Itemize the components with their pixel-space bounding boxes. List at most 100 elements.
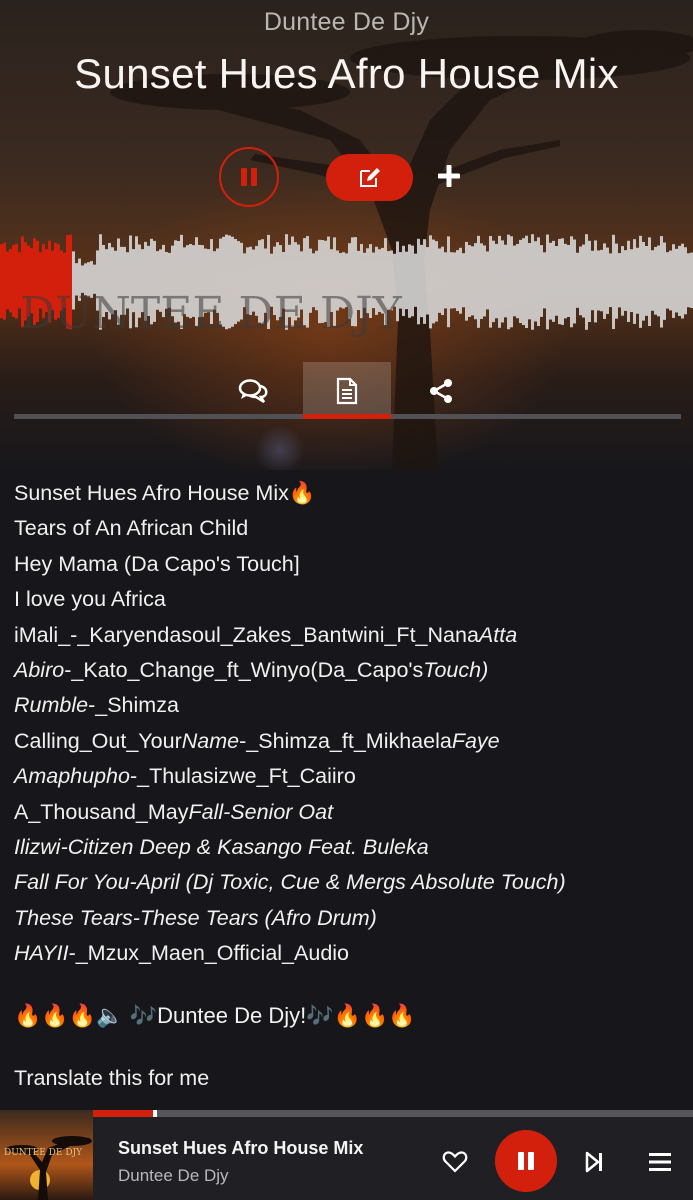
waveform-bar: [531, 234, 534, 330]
tracklist-segment: Sunset Hues Afro House Mix🔥: [14, 481, 316, 505]
tracklist-segment: Abiro: [14, 658, 65, 683]
waveform-bar: [483, 245, 486, 317]
tracklist-segment: -_Kato_Change_ft_Winyo(Da_Capo's: [64, 658, 424, 683]
waveform-bar: [480, 243, 483, 319]
pause-icon: [518, 1152, 534, 1170]
document-icon: [336, 377, 358, 404]
waveform-bar: [498, 235, 501, 328]
plus-icon: [438, 165, 460, 187]
waveform-bar: [615, 243, 618, 319]
waveform-bar: [12, 245, 15, 317]
waveform-bar: [414, 253, 417, 307]
waveform-bar: [510, 236, 513, 328]
description-signature: 🔥🔥🔥🔈 🎶Duntee De Djy!🎶🔥🔥🔥: [14, 1003, 416, 1028]
waveform-bar: [669, 250, 672, 311]
play-pause-button[interactable]: [219, 147, 279, 207]
waveform-bar: [588, 240, 591, 323]
tracklist-segment: Fall For You-April (Dj Toxic, Cue & Merg…: [14, 870, 566, 895]
translate-link[interactable]: Translate this for me: [14, 1062, 209, 1094]
tracklist-line: Hey Mama (Da Capo's Touch]: [14, 547, 684, 582]
tracklist-segment: A_Thousand_May: [14, 799, 189, 824]
waveform-bar: [9, 248, 12, 313]
waveform-bar: [549, 242, 552, 320]
waveform-bar: [630, 249, 633, 313]
waveform-bar: [516, 243, 519, 319]
pause-icon: [241, 168, 257, 186]
waveform-bar: [639, 235, 642, 328]
waveform-bar: [567, 245, 570, 317]
waveform-bar: [681, 243, 684, 319]
waveform-watermark: DUNTEE DE DJY: [20, 288, 403, 338]
mini-player-title[interactable]: Sunset Hues Afro House Mix: [118, 1138, 363, 1159]
waveform-bar: [447, 236, 450, 328]
waveform-bar: [576, 252, 579, 308]
mix-title: Sunset Hues Afro House Mix: [74, 50, 619, 97]
waveform-bar: [657, 245, 660, 317]
cover-art[interactable]: DUNTEE DE DJY: [0, 1110, 93, 1200]
waveform-bar: [552, 240, 555, 322]
waveform-bar: [426, 247, 429, 315]
waveform-bar: [573, 239, 576, 324]
add-to-playlist-button[interactable]: [432, 159, 466, 193]
waveform-bar: [417, 238, 420, 325]
tracklist-segment: Ilizwi-Citizen Deep & Kasango Feat. Bule…: [14, 835, 429, 860]
waveform-bar: [540, 245, 543, 317]
waveform-bar: [672, 244, 675, 318]
waveform-bar: [579, 246, 582, 316]
waveform-bar: [402, 245, 405, 317]
waveform-bar: [444, 252, 447, 309]
waveform-bar: [432, 239, 435, 324]
edit-button[interactable]: [326, 154, 413, 201]
next-track-button[interactable]: [576, 1144, 612, 1180]
tracklist-segment: Rumble: [14, 693, 89, 718]
tab-share[interactable]: [397, 362, 485, 419]
waveform-bar: [486, 251, 489, 310]
tracklist-segment: iMali_-_Karyendasoul_Zakes_Bantwini_Ft_N…: [14, 622, 479, 647]
waveform-bar: [519, 239, 522, 324]
queue-menu-button[interactable]: [642, 1144, 678, 1180]
tab-bar: [14, 362, 681, 420]
heart-icon: [442, 1151, 468, 1173]
waveform-bar: [501, 240, 504, 323]
tracklist-segment: HAYII: [14, 941, 69, 966]
waveform-bar: [0, 244, 3, 319]
waveform-bar: [612, 234, 615, 330]
tracklist-line: I love you Africa: [14, 582, 684, 617]
tracklist-segment: These Tears-These Tears (Afro Drum): [14, 905, 377, 930]
waveform-bar: [441, 246, 444, 316]
cover-art-text: DUNTEE DE DJY: [4, 1148, 83, 1158]
tab-description[interactable]: [303, 362, 391, 419]
active-tab-indicator: [303, 414, 391, 419]
like-button[interactable]: [437, 1144, 473, 1180]
waveform-bar: [597, 250, 600, 311]
waveform-bar: [504, 244, 507, 318]
tracklist-segment: Tears of An African Child: [14, 516, 249, 541]
mini-play-pause-button[interactable]: [495, 1130, 557, 1192]
mini-progress-bar[interactable]: [93, 1110, 693, 1117]
artist-name[interactable]: Duntee De Djy: [0, 8, 693, 37]
waveform-bar: [666, 252, 669, 309]
waveform-bar: [495, 243, 498, 319]
waveform-bar: [561, 238, 564, 325]
waveform-bar: [564, 243, 567, 319]
waveform-seekbar[interactable]: DUNTEE DE DJY: [0, 222, 693, 338]
waveform-bar: [459, 247, 462, 314]
waveform-bar: [3, 242, 6, 320]
waveform-bar: [642, 241, 645, 321]
waveform-bar: [507, 234, 510, 330]
waveform-bar: [591, 250, 594, 311]
waveform-bar: [489, 236, 492, 328]
waveform-bar: [405, 251, 408, 310]
tab-comments[interactable]: [209, 362, 297, 419]
waveform-bar: [570, 236, 573, 328]
mini-player-artist[interactable]: Duntee De Djy: [118, 1166, 229, 1186]
mini-progress-knob[interactable]: [153, 1110, 157, 1117]
waveform-bar: [453, 252, 456, 309]
waveform-bar: [534, 241, 537, 322]
waveform-bar: [6, 251, 9, 310]
waveform-bar: [609, 253, 612, 308]
waveform-bar: [465, 241, 468, 321]
waveform-bar: [471, 246, 474, 316]
tracklist-line: Ilizwi-Citizen Deep & Kasango Feat. Bule…: [14, 830, 684, 865]
waveform-bar: [15, 243, 18, 319]
